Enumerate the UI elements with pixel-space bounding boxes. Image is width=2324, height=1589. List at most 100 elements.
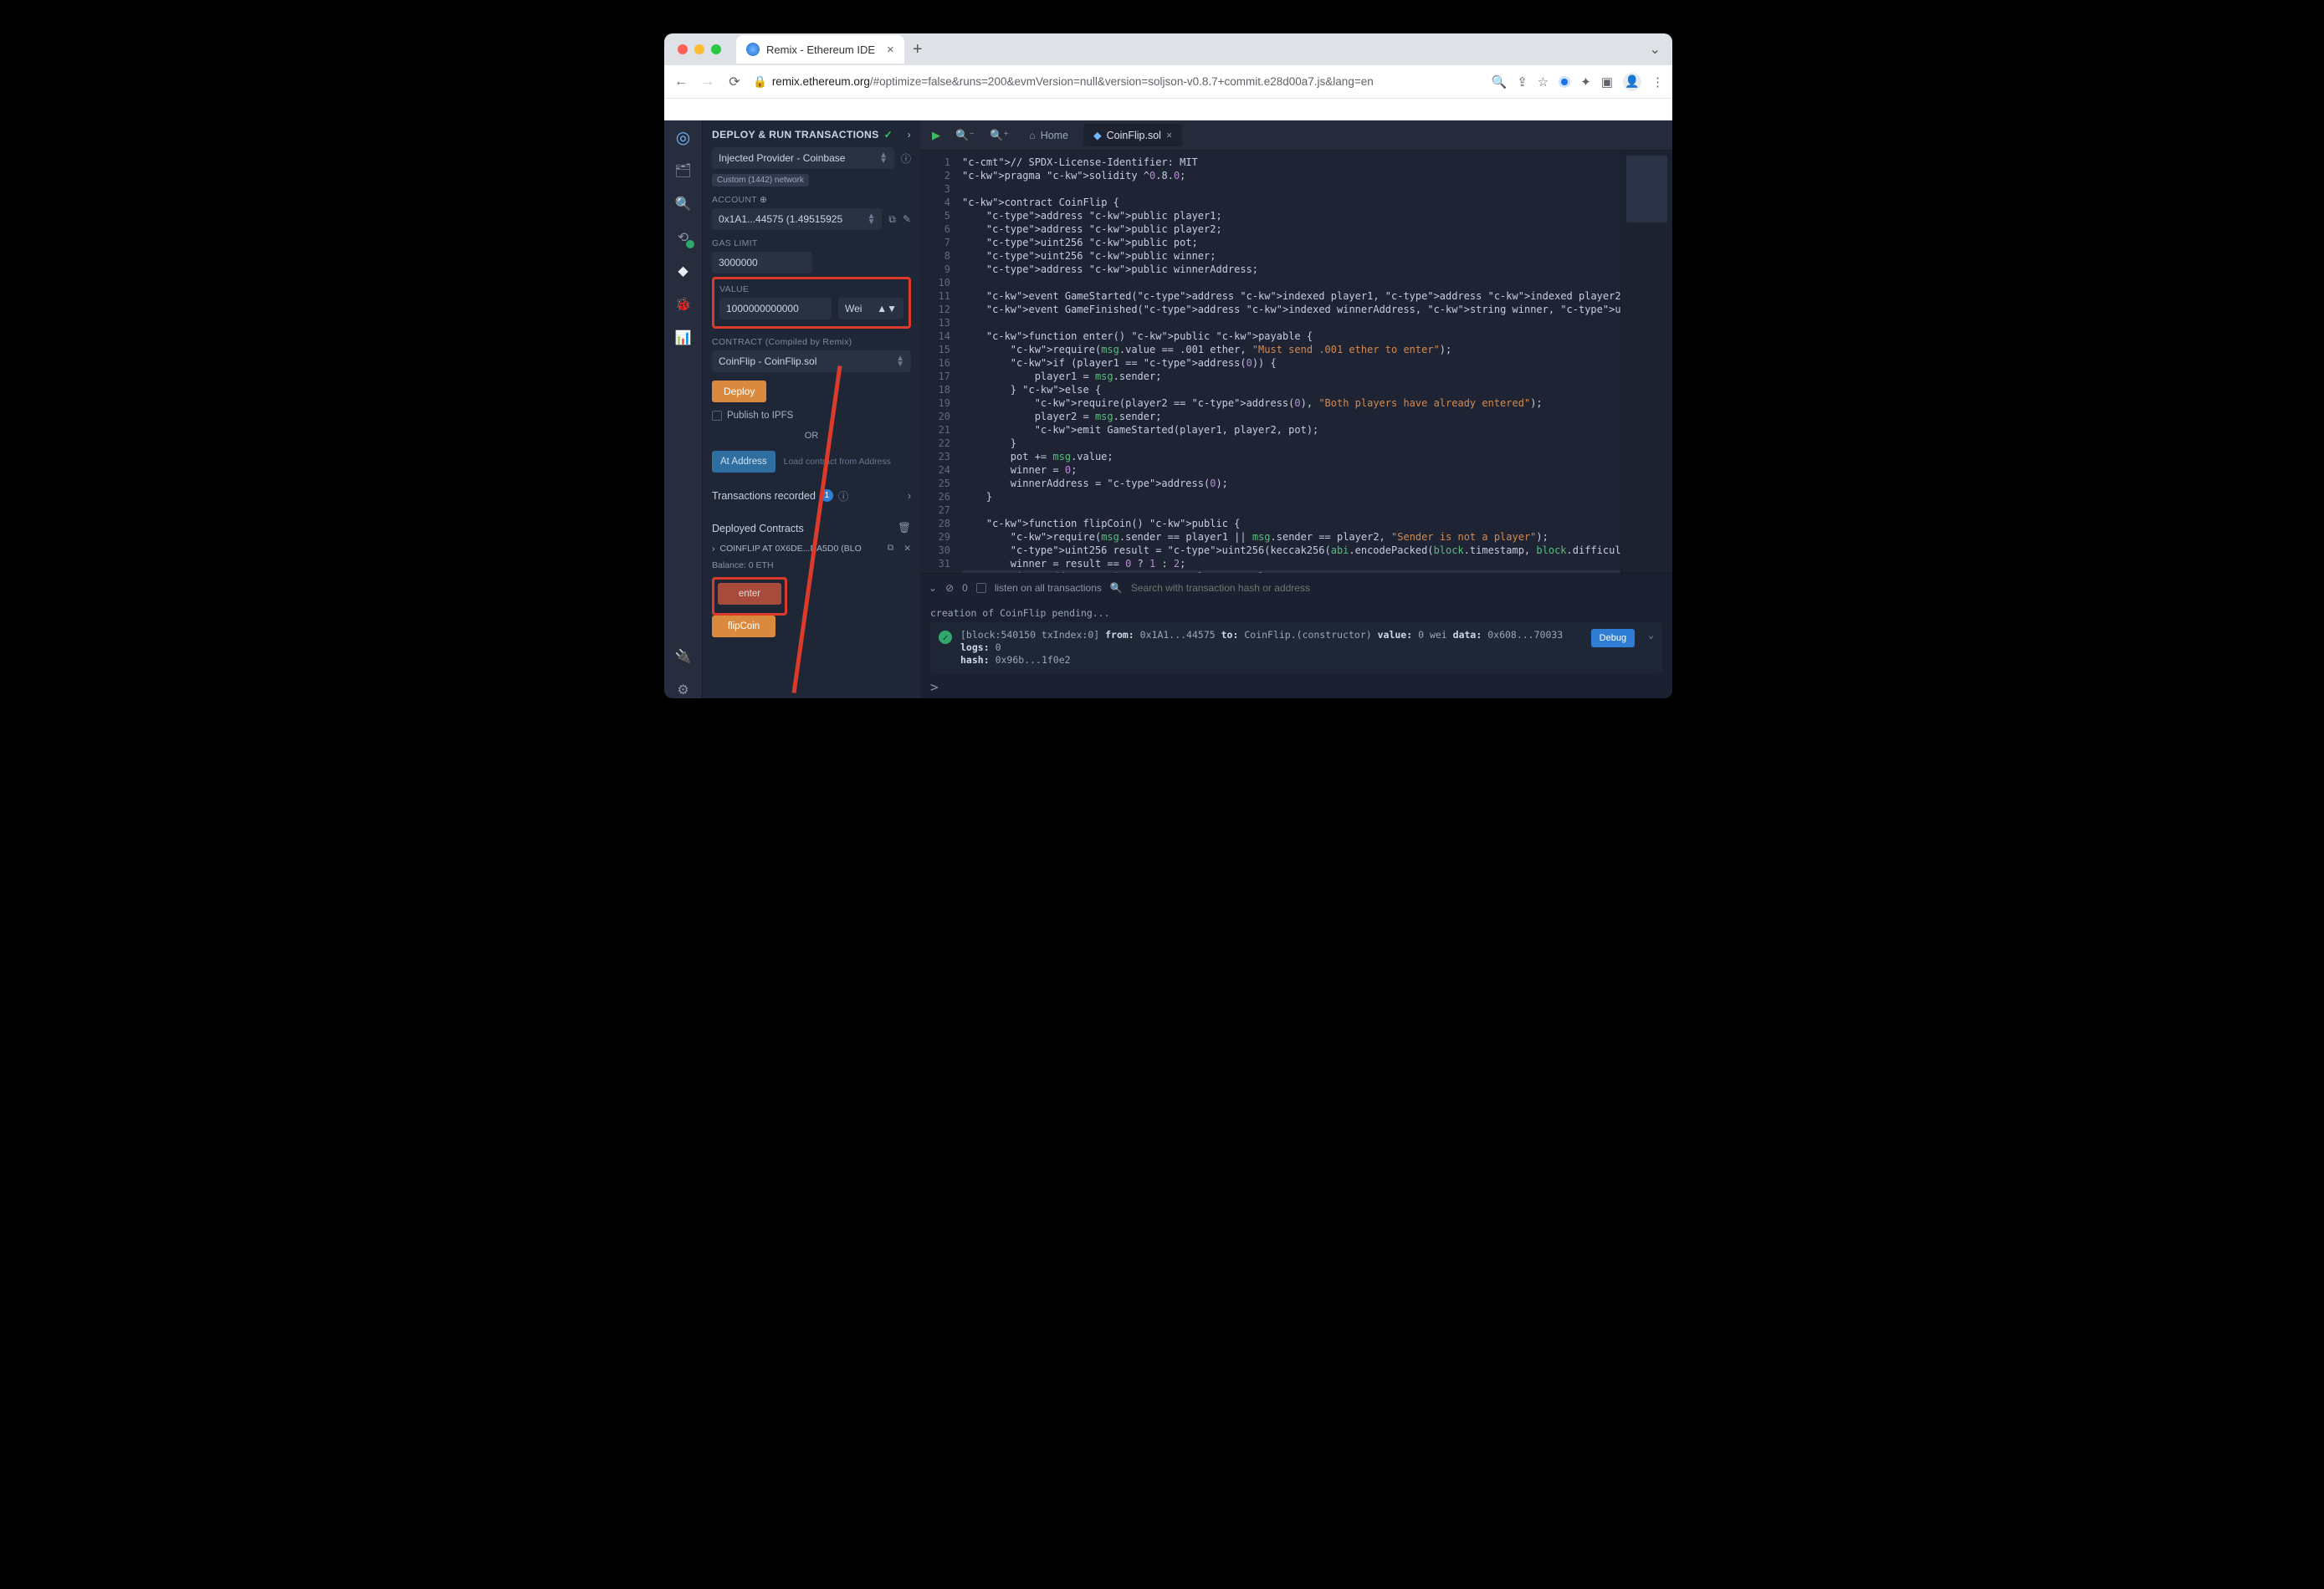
check-icon: ✓ bbox=[884, 129, 893, 141]
run-script-icon[interactable]: ▶ bbox=[927, 125, 945, 146]
value-input[interactable]: 1000000000000 bbox=[719, 298, 832, 319]
success-icon: ✓ bbox=[939, 631, 952, 644]
line-gutter: 1234567891011121314151617181920212223242… bbox=[920, 151, 957, 573]
chevron-down-icon[interactable]: ⌄ bbox=[1648, 629, 1654, 641]
collapse-terminal-icon[interactable]: ⌄ bbox=[929, 582, 937, 594]
at-address-button[interactable]: At Address bbox=[712, 451, 776, 473]
terminal-output: creation of CoinFlip pending... ✓ [block… bbox=[920, 602, 1672, 676]
stepper-icon: ▲▼ bbox=[867, 213, 875, 225]
maximize-window-icon[interactable] bbox=[711, 44, 721, 54]
panel-title: DEPLOY & RUN TRANSACTIONS ✓ › bbox=[712, 129, 911, 141]
profile-avatar-icon[interactable]: 👤 bbox=[1623, 73, 1641, 91]
back-button[interactable]: ← bbox=[673, 74, 689, 89]
close-tab-icon[interactable]: × bbox=[887, 43, 894, 57]
plugin-manager-icon[interactable]: 🔌 bbox=[675, 648, 692, 665]
minimap[interactable] bbox=[1620, 151, 1672, 573]
info-icon[interactable]: ⓘ bbox=[838, 488, 849, 503]
env-info-icon[interactable]: ⓘ bbox=[901, 151, 911, 166]
zoom-in-icon[interactable]: 🔍⁺ bbox=[985, 125, 1014, 146]
at-address-hint: Load contract from Address bbox=[784, 457, 891, 467]
nav-iconbar: ◎ 🗂 🔍 ⟲ ◆ 🐞 📊 🔌 ⚙ bbox=[664, 120, 703, 698]
deploy-run-icon[interactable]: ◆ bbox=[675, 263, 692, 279]
close-window-icon[interactable] bbox=[678, 44, 688, 54]
remix-logo-icon[interactable]: ◎ bbox=[675, 129, 692, 146]
chevron-right-icon: › bbox=[908, 490, 911, 502]
window-controls[interactable] bbox=[678, 44, 721, 54]
deploy-button[interactable]: Deploy bbox=[712, 381, 766, 402]
stepper-icon: ▲▼ bbox=[879, 152, 888, 164]
solidity-compiler-icon[interactable]: ⟲ bbox=[675, 229, 692, 246]
clear-deployed-icon[interactable]: 🗑 bbox=[898, 522, 911, 534]
panel-title-text: DEPLOY & RUN TRANSACTIONS bbox=[712, 129, 879, 141]
copy-address-icon[interactable]: ⧉ bbox=[888, 543, 894, 554]
browser-tab[interactable]: Remix - Ethereum IDE × bbox=[736, 35, 904, 64]
transactions-recorded-row[interactable]: Transactions recorded 1 ⓘ › bbox=[712, 488, 911, 503]
new-tab-button[interactable]: + bbox=[913, 40, 923, 59]
home-tab[interactable]: ⌂ Home bbox=[1019, 125, 1078, 146]
copy-account-icon[interactable]: ⧉ bbox=[888, 213, 896, 226]
page-content-top-gap bbox=[664, 99, 1672, 120]
browser-tab-title: Remix - Ethereum IDE bbox=[766, 43, 875, 56]
value-unit-select[interactable]: Wei ▲▼ bbox=[838, 298, 903, 319]
panel-chevron-icon[interactable]: › bbox=[908, 129, 911, 141]
remove-deployed-icon[interactable]: ✕ bbox=[903, 544, 911, 554]
lock-icon: 🔒 bbox=[753, 75, 767, 88]
debug-button[interactable]: Debug bbox=[1591, 629, 1635, 647]
solidity-file-icon: ◆ bbox=[1093, 129, 1102, 141]
tx-recorded-label: Transactions recorded bbox=[712, 490, 816, 502]
code-editor[interactable]: 1234567891011121314151617181920212223242… bbox=[920, 151, 1672, 573]
debugger-icon[interactable]: 🐞 bbox=[675, 296, 692, 313]
terminal: ⌄ ⊘ 0 listen on all transactions 🔍 creat… bbox=[920, 573, 1672, 698]
clear-terminal-icon[interactable]: ⊘ bbox=[945, 582, 954, 594]
extension-coinbase-icon[interactable] bbox=[1559, 76, 1570, 88]
tx-log-row[interactable]: ✓ [block:540150 txIndex:0] from: 0x1A1..… bbox=[930, 622, 1662, 673]
bookmark-icon[interactable]: ☆ bbox=[1538, 74, 1548, 89]
reload-button[interactable]: ⟳ bbox=[726, 74, 743, 90]
contract-select[interactable]: CoinFlip - CoinFlip.sol ▲▼ bbox=[712, 350, 911, 372]
minimize-window-icon[interactable] bbox=[694, 44, 704, 54]
file-tab[interactable]: ◆ CoinFlip.sol × bbox=[1083, 124, 1182, 146]
code-content[interactable]: "c-cmt">// SPDX-License-Identifier: MIT … bbox=[957, 151, 1672, 573]
publish-ipfs-checkbox[interactable]: Publish to IPFS bbox=[712, 411, 911, 421]
edit-account-icon[interactable]: ✎ bbox=[903, 213, 911, 225]
terminal-search-input[interactable] bbox=[1131, 582, 1664, 594]
zoom-out-icon[interactable]: 🔍⁻ bbox=[950, 125, 980, 146]
browser-tabstrip: Remix - Ethereum IDE × + ⌄ bbox=[664, 33, 1672, 65]
sidepanel-icon[interactable]: ▣ bbox=[1601, 74, 1613, 89]
or-separator: OR bbox=[712, 431, 911, 441]
forward-button[interactable]: → bbox=[699, 74, 716, 89]
tabs-overflow-icon[interactable]: ⌄ bbox=[1650, 41, 1661, 58]
gas-input[interactable]: 3000000 bbox=[712, 252, 812, 273]
kebab-menu-icon[interactable]: ⋮ bbox=[1651, 74, 1664, 89]
fn-enter-button[interactable]: enter bbox=[718, 583, 781, 605]
environment-select[interactable]: Injected Provider - Coinbase ▲▼ bbox=[712, 147, 894, 169]
terminal-search-icon[interactable]: 🔍 bbox=[1110, 582, 1123, 594]
zoom-icon[interactable]: 🔍 bbox=[1492, 74, 1508, 89]
deploy-panel: DEPLOY & RUN TRANSACTIONS ✓ › Injected P… bbox=[703, 120, 920, 698]
contract-value: CoinFlip - CoinFlip.sol bbox=[719, 355, 816, 367]
listen-label: listen on all transactions bbox=[995, 582, 1102, 594]
url-bar[interactable]: 🔒remix.ethereum.org/#optimize=false&runs… bbox=[753, 75, 1482, 89]
deployed-contracts-header: Deployed Contracts 🗑 bbox=[712, 522, 911, 534]
account-label: ACCOUNT ⊕ bbox=[712, 195, 911, 205]
close-tab-icon[interactable]: × bbox=[1166, 130, 1172, 141]
add-account-icon[interactable]: ⊕ bbox=[760, 195, 767, 205]
fn-flipcoin-button[interactable]: flipCoin bbox=[712, 616, 776, 637]
extensions-icon[interactable]: ✦ bbox=[1580, 74, 1591, 89]
home-icon: ⌂ bbox=[1029, 130, 1036, 141]
file-explorer-icon[interactable]: 🗂 bbox=[675, 162, 692, 179]
account-select[interactable]: 0x1A1...44575 (1.49515925 ▲▼ bbox=[712, 208, 882, 230]
gas-label: GAS LIMIT bbox=[712, 238, 911, 248]
enter-highlight-box: enter bbox=[712, 577, 787, 616]
contract-label: CONTRACT (Compiled by Remix) bbox=[712, 337, 911, 347]
tx-log-text: [block:540150 txIndex:0] from: 0x1A1...4… bbox=[960, 629, 1576, 667]
search-icon[interactable]: 🔍 bbox=[675, 196, 692, 212]
listen-checkbox[interactable] bbox=[976, 583, 986, 593]
terminal-prompt[interactable]: > bbox=[920, 676, 1672, 698]
deployed-title: Deployed Contracts bbox=[712, 523, 804, 534]
value-highlight-box: VALUE 1000000000000 Wei ▲▼ bbox=[712, 277, 911, 329]
analysis-icon[interactable]: 📊 bbox=[675, 330, 692, 346]
share-icon[interactable]: ⇪ bbox=[1517, 74, 1528, 89]
settings-icon[interactable]: ⚙ bbox=[675, 682, 692, 698]
remix-ide: ◎ 🗂 🔍 ⟲ ◆ 🐞 📊 🔌 ⚙ DEPLOY & RUN TRANSACTI… bbox=[664, 120, 1672, 698]
